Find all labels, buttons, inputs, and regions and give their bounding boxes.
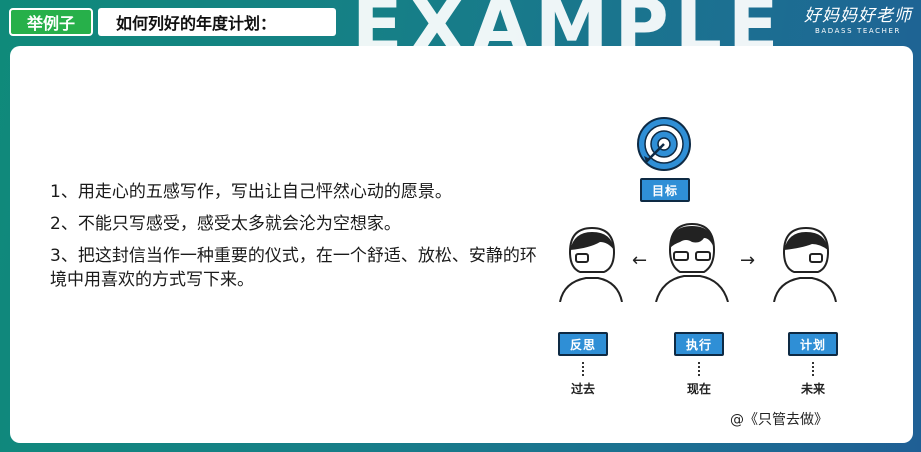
- brand-logo-cn: 好妈妈好老师: [804, 6, 912, 26]
- brand-logo-en: BADASS TEACHER: [815, 27, 901, 35]
- arrow-right: →: [740, 250, 756, 271]
- example-watermark: EXAMPLE: [352, 0, 785, 48]
- point-list: 1、用走心的五感写作，写出让自己怦然心动的愿景。 2、不能只写感受，感受太多就会…: [50, 180, 542, 300]
- left-time-label: 过去: [570, 382, 595, 396]
- header-bar: 举例子 如何列好的年度计划： EXAMPLE 好妈妈好老师 BADASS TEA…: [0, 0, 921, 48]
- brand-logo: 好妈妈好老师 BADASS TEACHER: [802, 6, 914, 36]
- right-dots: [812, 362, 814, 376]
- right-label: 计划: [788, 332, 838, 356]
- left-label: 反思: [558, 332, 608, 356]
- right-time-label: 未来: [800, 382, 825, 396]
- point-item-2: 2、不能只写感受，感受太多就会沦为空想家。: [50, 214, 401, 234]
- target-icon: [637, 117, 691, 171]
- point-item-1: 1、用走心的五感写作，写出让自己怦然心动的愿景。: [50, 182, 452, 202]
- example-tag: 举例子: [9, 8, 93, 36]
- book-credit: @《只管去做》: [730, 412, 828, 428]
- person-icon-middle: [655, 222, 729, 302]
- person-icon-left: [559, 226, 623, 302]
- middle-label: 执行: [674, 332, 724, 356]
- page-title: 如何列好的年度计划：: [98, 8, 336, 36]
- illustration: 目标 ← → 反思 执行 过去 现在: [550, 110, 770, 426]
- left-dots: [582, 362, 584, 376]
- goal-label: 目标: [640, 178, 690, 202]
- content-card: 1、用走心的五感写作，写出让自己怦然心动的愿景。 2、不能只写感受，感受太多就会…: [10, 46, 913, 443]
- arrow-left: ←: [632, 250, 648, 271]
- point-item-3: 3、把这封信当作一种重要的仪式，在一个舒适、放松、安静的环境中用喜欢的方式写下来…: [50, 246, 537, 290]
- person-icon-right-figure: [773, 226, 837, 302]
- middle-dots: [698, 362, 700, 376]
- middle-time-label: 现在: [686, 382, 711, 396]
